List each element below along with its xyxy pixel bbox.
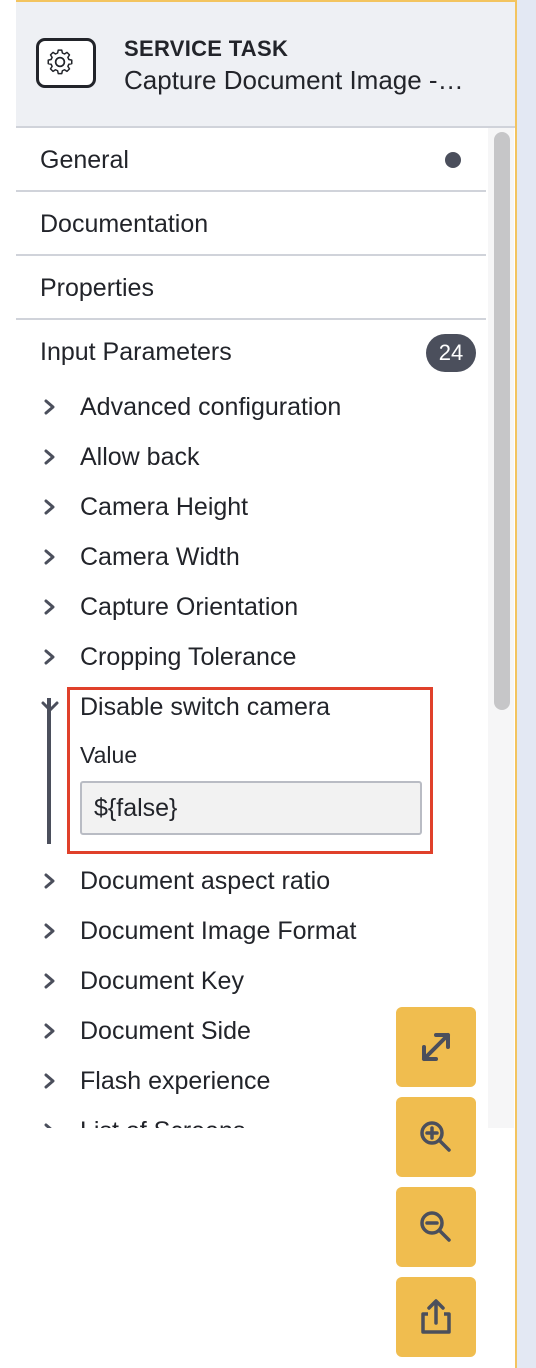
gear-icon: [47, 49, 73, 75]
element-type-label: SERVICE TASK: [124, 36, 289, 61]
param-item-label: Capture Orientation: [80, 593, 299, 621]
chevron-right-icon: [44, 1123, 52, 1128]
param-item-label: Cropping Tolerance: [80, 643, 297, 671]
export-icon: [421, 1299, 451, 1334]
param-item-label: Advanced configuration: [80, 393, 342, 421]
param-item-label: List of Screens: [80, 1117, 245, 1128]
group-general[interactable]: General: [16, 128, 486, 192]
param-item-label: Document Key: [80, 967, 244, 995]
zoom-in-icon: [420, 1121, 451, 1152]
input-parameters-count-badge: 24: [426, 334, 476, 372]
fullscreen-button[interactable]: [396, 1007, 476, 1087]
zoom-out-icon: [420, 1211, 451, 1242]
param-item-label: Camera Width: [80, 543, 240, 571]
zoom-in-button[interactable]: [396, 1097, 476, 1177]
group-documentation-label: Documentation: [40, 210, 209, 238]
expanded-indicator-bar: [47, 698, 51, 844]
param-item[interactable]: Camera Width: [16, 532, 486, 582]
group-properties-label: Properties: [40, 274, 154, 302]
param-item-label: Allow back: [80, 443, 200, 471]
scrollbar-thumb[interactable]: [494, 132, 510, 710]
param-item[interactable]: Document aspect ratio: [16, 856, 486, 906]
param-item[interactable]: Advanced configuration: [16, 382, 486, 432]
group-general-label: General: [40, 146, 129, 174]
chevron-right-icon: [44, 599, 55, 615]
canvas-area[interactable]: [517, 0, 536, 1368]
element-name-label: Capture Document Image -…: [124, 65, 464, 95]
panel-border: [515, 0, 517, 1368]
chevron-right-icon: [44, 1023, 55, 1039]
chevron-right-icon: [44, 499, 55, 515]
export-button[interactable]: [396, 1277, 476, 1357]
group-input-parameters-label[interactable]: Input Parameters: [40, 338, 232, 367]
fullscreen-icon: [422, 1033, 450, 1061]
chevron-right-icon: [44, 1073, 55, 1089]
group-properties[interactable]: Properties: [16, 256, 486, 320]
has-entries-dot: [445, 152, 461, 168]
chevron-right-icon: [44, 873, 55, 889]
param-item-label: Document Image Format: [80, 917, 357, 945]
param-item[interactable]: Capture Orientation: [16, 582, 486, 632]
param-item[interactable]: Document Image Format: [16, 906, 486, 956]
param-item-label: Document Side: [80, 1017, 251, 1045]
chevron-right-icon: [44, 549, 55, 565]
service-task-icon: [36, 38, 96, 88]
chevron-right-icon: [44, 449, 55, 465]
param-item-label: Flash experience: [80, 1067, 271, 1095]
chevron-right-icon: [44, 973, 55, 989]
group-documentation[interactable]: Documentation: [16, 192, 486, 256]
param-item[interactable]: Camera Height: [16, 482, 486, 532]
param-item-label: Document aspect ratio: [80, 867, 331, 895]
param-item[interactable]: Cropping Tolerance: [16, 632, 486, 682]
param-item[interactable]: Document Key: [16, 956, 486, 1006]
chevron-right-icon: [44, 923, 55, 939]
annotation-highlight-box: [67, 687, 433, 854]
param-item-label: Camera Height: [80, 493, 249, 521]
zoom-out-button[interactable]: [396, 1187, 476, 1267]
properties-header: SERVICE TASK Capture Document Image -…: [16, 2, 515, 128]
param-item[interactable]: Allow back: [16, 432, 486, 482]
chevron-right-icon: [44, 399, 55, 415]
properties-panel-content[interactable]: General Documentation Properties Input P…: [16, 128, 486, 1128]
chevron-right-icon: [44, 649, 55, 665]
